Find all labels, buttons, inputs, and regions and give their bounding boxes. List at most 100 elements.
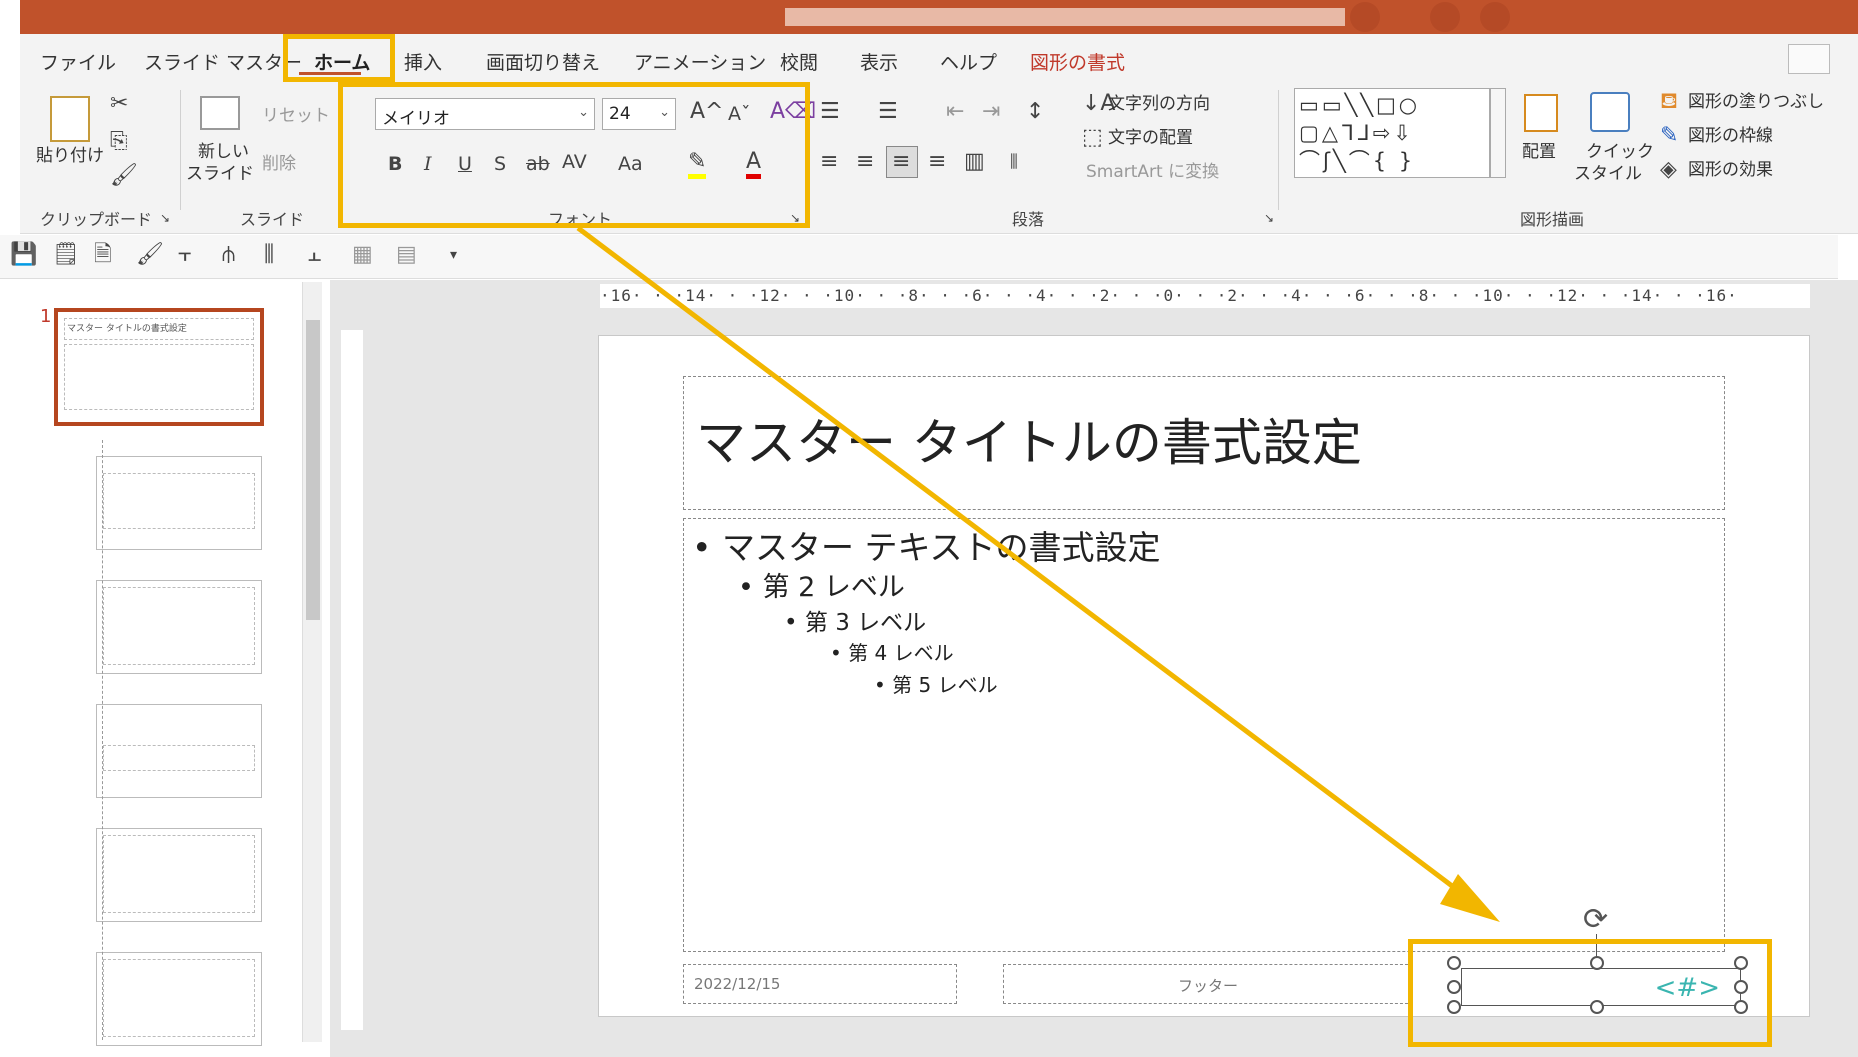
tab-review[interactable]: 校閲 [780,48,818,75]
slides-group-label: スライド [240,210,305,229]
reset-button[interactable]: リセット [262,106,330,126]
increase-indent-icon[interactable]: ⇥ [982,100,1000,124]
quick-access-toolbar: 💾 🗒 🗎 🖌 ⫟ ⫛ ⫼ ⫠ ▦ ▤ ▾ [0,235,1838,279]
slide-master-canvas[interactable]: マスター タイトルの書式設定 • マスター テキストの書式設定 • 第 2 レベ… [598,335,1810,1017]
shapes-gallery[interactable]: ▭▭╲╲□○ ▢△ᒣᒧ⇨⇩ ⌒ʃ╲⌒{ } [1294,88,1490,178]
arrange-icon[interactable] [1524,94,1558,132]
scrollbar-thumb[interactable] [306,320,320,620]
paste-icon[interactable] [50,96,90,142]
align-middle-icon[interactable]: ⫛ [222,243,235,267]
quick-styles-label-2[interactable]: スタイル [1574,164,1642,184]
distribute-icon[interactable]: ▥ [964,150,985,174]
ribbon-display-icon[interactable] [1430,2,1460,32]
tab-slide-master[interactable]: スライド マスター [144,48,302,75]
level2-text[interactable]: • 第 2 レベル [738,565,905,604]
tab-file[interactable]: ファイル [40,48,116,75]
new-slide-label-1[interactable]: 新しい [198,142,249,162]
dialog-launcher-icon[interactable]: ↘ [160,206,170,230]
footer-placeholder[interactable]: フッター [1003,964,1413,1004]
cut-icon[interactable]: ✂ [110,92,128,116]
dialog-launcher-icon[interactable]: ↘ [1264,206,1274,230]
shape-outline-icon[interactable]: ✎ [1660,124,1678,148]
level4-text[interactable]: • 第 4 レベル [830,637,954,666]
master-title-text[interactable]: マスター タイトルの書式設定 [696,403,1362,475]
document-icon[interactable]: 🗎 [94,243,112,267]
align-top-icon[interactable]: ⫟ [178,243,191,267]
title-placeholder[interactable]: マスター タイトルの書式設定 [683,376,1725,510]
format-painter-icon[interactable]: 🖌 [110,164,138,188]
decrease-indent-icon[interactable]: ⇤ [946,100,964,124]
rotate-handle-icon[interactable]: ⟳ [1583,902,1608,937]
columns-icon[interactable]: ⫼ [1010,150,1018,174]
quick-styles-label-1[interactable]: クイック [1586,142,1654,162]
tab-animations[interactable]: アニメーション [634,48,766,75]
new-slide-icon[interactable] [200,96,240,130]
quick-styles-icon[interactable] [1590,92,1630,132]
distribute-h-icon[interactable]: ⫼ [264,243,274,267]
layout-thumbnail[interactable] [96,828,262,922]
horizontal-ruler: ·16· · ·14· · ·12· · ·10· · ·8· · ·6· · … [600,284,1810,308]
table-split-icon[interactable]: ▤ [396,243,417,267]
smartart-button[interactable]: SmartArt に変換 [1086,162,1219,182]
align-text-button[interactable]: 文字の配置 [1108,128,1193,148]
tab-insert[interactable]: 挿入 [404,48,442,75]
save-icon[interactable]: 💾 [10,243,37,267]
shape-effects-button[interactable]: 図形の効果 [1688,160,1773,180]
paragraph-group-label: 段落 [1012,210,1045,229]
line-spacing-icon[interactable]: ↕ [1026,100,1044,124]
thumb-title: マスター タイトルの書式設定 [64,318,254,340]
drawing-group-label: 図形描画 [1520,210,1585,229]
layout-thumbnail[interactable] [96,952,262,1046]
paste-label[interactable]: 貼り付け [36,146,104,166]
shape-outline-button[interactable]: 図形の枠線 [1688,126,1773,146]
justify-icon[interactable]: ≡ [928,150,946,174]
shape-fill-button[interactable]: 図形の塗りつぶし [1688,92,1824,112]
align-left-icon[interactable]: ≡ [820,150,838,174]
arrange-button[interactable]: 配置 [1522,142,1556,162]
align-right-icon[interactable]: ≡ [892,150,910,174]
search-box[interactable] [785,8,1345,26]
text-direction-button[interactable]: 文字列の方向 [1108,94,1210,114]
layout-thumbnail[interactable] [96,704,262,798]
vertical-ruler [341,330,363,1030]
align-text-icon[interactable]: ⬚ [1082,126,1103,150]
customize-qat-icon[interactable]: ▾ [450,243,457,267]
tab-shape-format[interactable]: 図形の書式 [1030,48,1125,75]
thumbnail-scrollbar[interactable] [302,282,322,1042]
numbering-icon[interactable]: ☰ [878,100,898,124]
slide-number-label: 1 [40,306,52,327]
thumbnail-pane: マスター タイトルの書式設定 [0,280,330,1057]
align-center-icon[interactable]: ≡ [856,150,874,174]
comments-button[interactable] [1788,44,1830,74]
date-text: 2022/12/15 [694,975,781,993]
date-placeholder[interactable]: 2022/12/15 [683,964,957,1004]
level1-text[interactable]: • マスター テキストの書式設定 [692,521,1160,569]
align-bottom-icon[interactable]: ⫠ [308,243,321,267]
tab-help[interactable]: ヘルプ [940,48,997,75]
minimize-icon[interactable] [1480,2,1510,32]
body-placeholder[interactable]: • マスター テキストの書式設定 • 第 2 レベル • 第 3 レベル • 第… [683,518,1725,952]
new-slide-label-2[interactable]: スライド [186,164,254,184]
layout-thumbnail[interactable] [96,580,262,674]
shape-fill-icon[interactable]: ⛾ [1660,90,1678,114]
level5-text[interactable]: • 第 5 レベル [874,669,998,698]
shapes-gallery-scroll[interactable] [1490,88,1506,178]
level3-text[interactable]: • 第 3 レベル [784,603,926,637]
bullets-icon[interactable]: ☰ [820,100,840,124]
table-icon[interactable]: ▦ [352,243,373,267]
thumb-body [64,344,254,410]
tab-view[interactable]: 表示 [860,48,898,75]
shape-effects-icon[interactable]: ◈ [1660,158,1677,182]
avatar[interactable] [1350,2,1380,32]
delete-button[interactable]: 削除 [262,154,296,174]
format-painter-icon[interactable]: 🖌 [136,243,164,267]
layout-connector [102,440,103,1040]
page-number-highlight [1408,939,1772,1047]
tab-transitions[interactable]: 画面切り替え [486,48,600,75]
paste-text-icon[interactable]: 🗒 [52,243,80,267]
font-group-highlight [338,82,810,228]
copy-icon[interactable]: ⎘ [110,130,128,154]
layout-thumbnail[interactable] [96,456,262,550]
master-thumbnail[interactable]: マスター タイトルの書式設定 [54,308,264,426]
title-bar [20,0,1858,34]
